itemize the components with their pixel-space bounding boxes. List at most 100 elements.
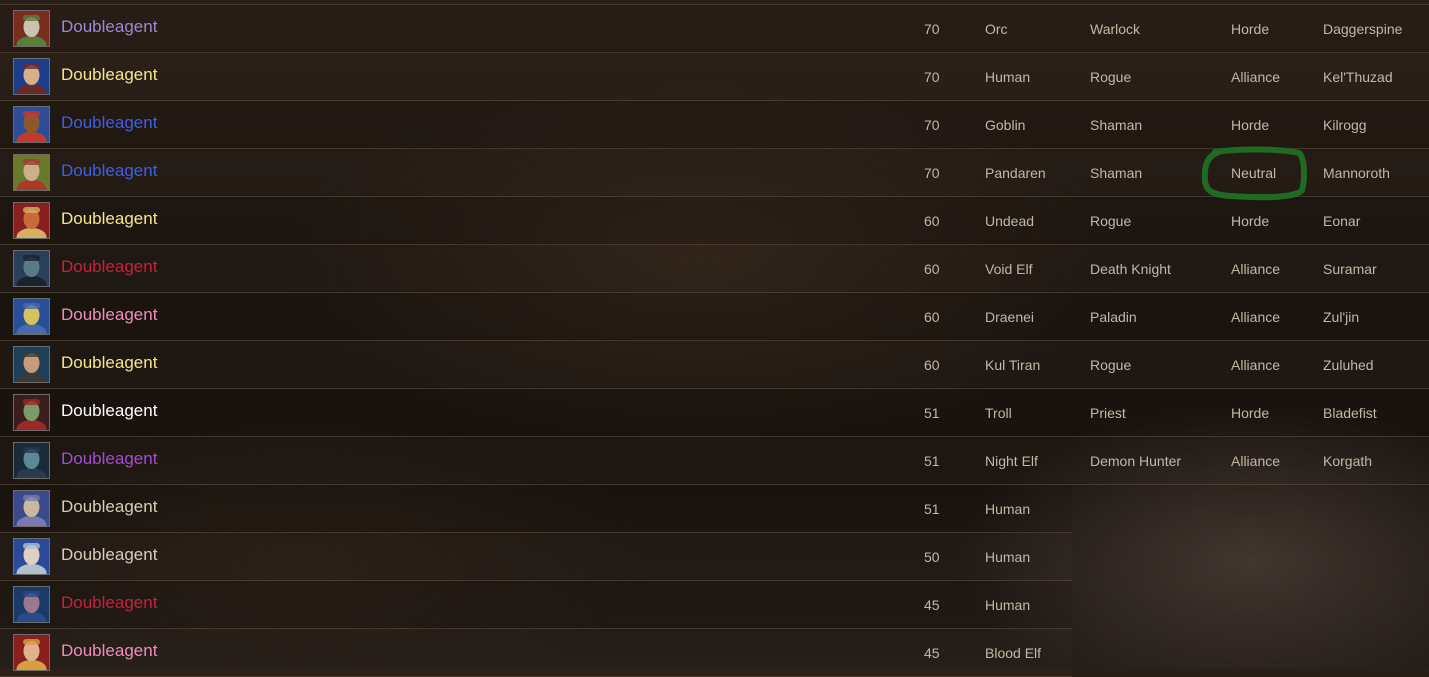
character-faction: Horde: [1231, 117, 1270, 133]
character-race: Night Elf: [985, 453, 1038, 469]
character-race: Void Elf: [985, 261, 1033, 277]
character-portrait: [13, 586, 50, 623]
character-row[interactable]: Doubleagent 45 Human: [0, 581, 1072, 629]
character-realm: Daggerspine: [1323, 21, 1403, 37]
character-portrait: [13, 58, 50, 95]
character-faction: Alliance: [1231, 69, 1281, 85]
character-race: Undead: [985, 213, 1035, 229]
character-realm: Suramar: [1323, 261, 1377, 277]
character-realm: Kilrogg: [1323, 117, 1367, 133]
character-row[interactable]: Doubleagent 70 Pandaren Shaman Neutral M…: [0, 149, 1429, 197]
character-name[interactable]: Doubleagent: [61, 209, 157, 229]
character-faction: Horde: [1231, 21, 1270, 37]
character-race: Draenei: [985, 309, 1035, 325]
character-race: Troll: [985, 405, 1012, 421]
character-race: Pandaren: [985, 165, 1046, 181]
character-row[interactable]: Doubleagent 70 Goblin Shaman Horde Kilro…: [0, 101, 1429, 149]
character-class: Shaman: [1090, 117, 1143, 133]
character-race: Human: [985, 501, 1031, 517]
character-class: Rogue: [1090, 213, 1132, 229]
character-portrait: [13, 106, 50, 143]
character-faction: Alliance: [1231, 309, 1281, 325]
character-list: Doubleagent 70 Orc Warlock Horde Daggers…: [0, 5, 1429, 677]
character-portrait: [13, 10, 50, 47]
character-realm: Zuluhed: [1323, 357, 1374, 373]
character-level: 60: [924, 357, 940, 373]
character-row[interactable]: Doubleagent 60 Void Elf Death Knight All…: [0, 245, 1429, 293]
character-class: Shaman: [1090, 165, 1143, 181]
character-race: Blood Elf: [985, 645, 1042, 661]
character-name[interactable]: Doubleagent: [61, 65, 157, 85]
character-portrait: [13, 298, 50, 335]
character-portrait: [13, 490, 50, 527]
character-race: Human: [985, 549, 1031, 565]
character-level: 45: [924, 645, 940, 661]
character-name[interactable]: Doubleagent: [61, 161, 157, 181]
character-row[interactable]: Doubleagent 70 Human Rogue Alliance Kel'…: [0, 53, 1429, 101]
character-row[interactable]: Doubleagent 50 Human: [0, 533, 1072, 581]
character-realm: Zul'jin: [1323, 309, 1360, 325]
character-portrait: [13, 250, 50, 287]
character-level: 70: [924, 21, 940, 37]
character-row[interactable]: Doubleagent 60 Undead Rogue Horde Eonar: [0, 197, 1429, 245]
character-row[interactable]: Doubleagent 60 Kul Tiran Rogue Alliance …: [0, 341, 1429, 389]
character-level: 60: [924, 309, 940, 325]
character-row[interactable]: Doubleagent 51 Troll Priest Horde Bladef…: [0, 389, 1429, 437]
character-name[interactable]: Doubleagent: [61, 113, 157, 133]
character-class: Warlock: [1090, 21, 1141, 37]
character-class: Rogue: [1090, 69, 1132, 85]
character-portrait: [13, 442, 50, 479]
character-level: 70: [924, 117, 940, 133]
character-race: Kul Tiran: [985, 357, 1041, 373]
character-class: Demon Hunter: [1090, 453, 1182, 469]
character-race: Human: [985, 597, 1031, 613]
character-portrait: [13, 538, 50, 575]
character-portrait: [13, 394, 50, 431]
character-level: 60: [924, 213, 940, 229]
character-race: Goblin: [985, 117, 1026, 133]
character-portrait: [13, 154, 50, 191]
character-portrait: [13, 634, 50, 671]
character-level: 51: [924, 453, 940, 469]
character-name[interactable]: Doubleagent: [61, 497, 157, 517]
character-name[interactable]: Doubleagent: [61, 401, 157, 421]
character-row[interactable]: Doubleagent 51 Human: [0, 485, 1072, 533]
character-name[interactable]: Doubleagent: [61, 305, 157, 325]
character-row[interactable]: Doubleagent 45 Blood Elf: [0, 629, 1072, 677]
character-row[interactable]: Doubleagent 60 Draenei Paladin Alliance …: [0, 293, 1429, 341]
character-realm: Bladefist: [1323, 405, 1377, 421]
character-portrait: [13, 346, 50, 383]
character-name[interactable]: Doubleagent: [61, 449, 157, 469]
character-faction: Horde: [1231, 213, 1270, 229]
character-race: Orc: [985, 21, 1008, 37]
character-level: 60: [924, 261, 940, 277]
character-class: Rogue: [1090, 357, 1132, 373]
character-row[interactable]: Doubleagent 70 Orc Warlock Horde Daggers…: [0, 5, 1429, 53]
character-class: Death Knight: [1090, 261, 1171, 277]
character-level: 70: [924, 69, 940, 85]
character-level: 51: [924, 405, 940, 421]
character-level: 70: [924, 165, 940, 181]
character-race: Human: [985, 69, 1031, 85]
character-class: Paladin: [1090, 309, 1137, 325]
character-name[interactable]: Doubleagent: [61, 257, 157, 277]
character-name[interactable]: Doubleagent: [61, 545, 157, 565]
character-faction: Horde: [1231, 405, 1270, 421]
character-level: 45: [924, 597, 940, 613]
character-realm: Eonar: [1323, 213, 1361, 229]
character-name[interactable]: Doubleagent: [61, 353, 157, 373]
character-name[interactable]: Doubleagent: [61, 593, 157, 613]
character-name[interactable]: Doubleagent: [61, 17, 157, 37]
character-name[interactable]: Doubleagent: [61, 641, 157, 661]
character-realm: Mannoroth: [1323, 165, 1390, 181]
character-faction: Alliance: [1231, 357, 1281, 373]
character-faction: Alliance: [1231, 261, 1281, 277]
character-portrait: [13, 202, 50, 239]
character-level: 50: [924, 549, 940, 565]
character-realm: Kel'Thuzad: [1323, 69, 1393, 85]
character-class: Priest: [1090, 405, 1126, 421]
character-level: 51: [924, 501, 940, 517]
character-row[interactable]: Doubleagent 51 Night Elf Demon Hunter Al…: [0, 437, 1429, 485]
character-faction: Alliance: [1231, 453, 1281, 469]
character-faction: Neutral: [1231, 165, 1277, 181]
